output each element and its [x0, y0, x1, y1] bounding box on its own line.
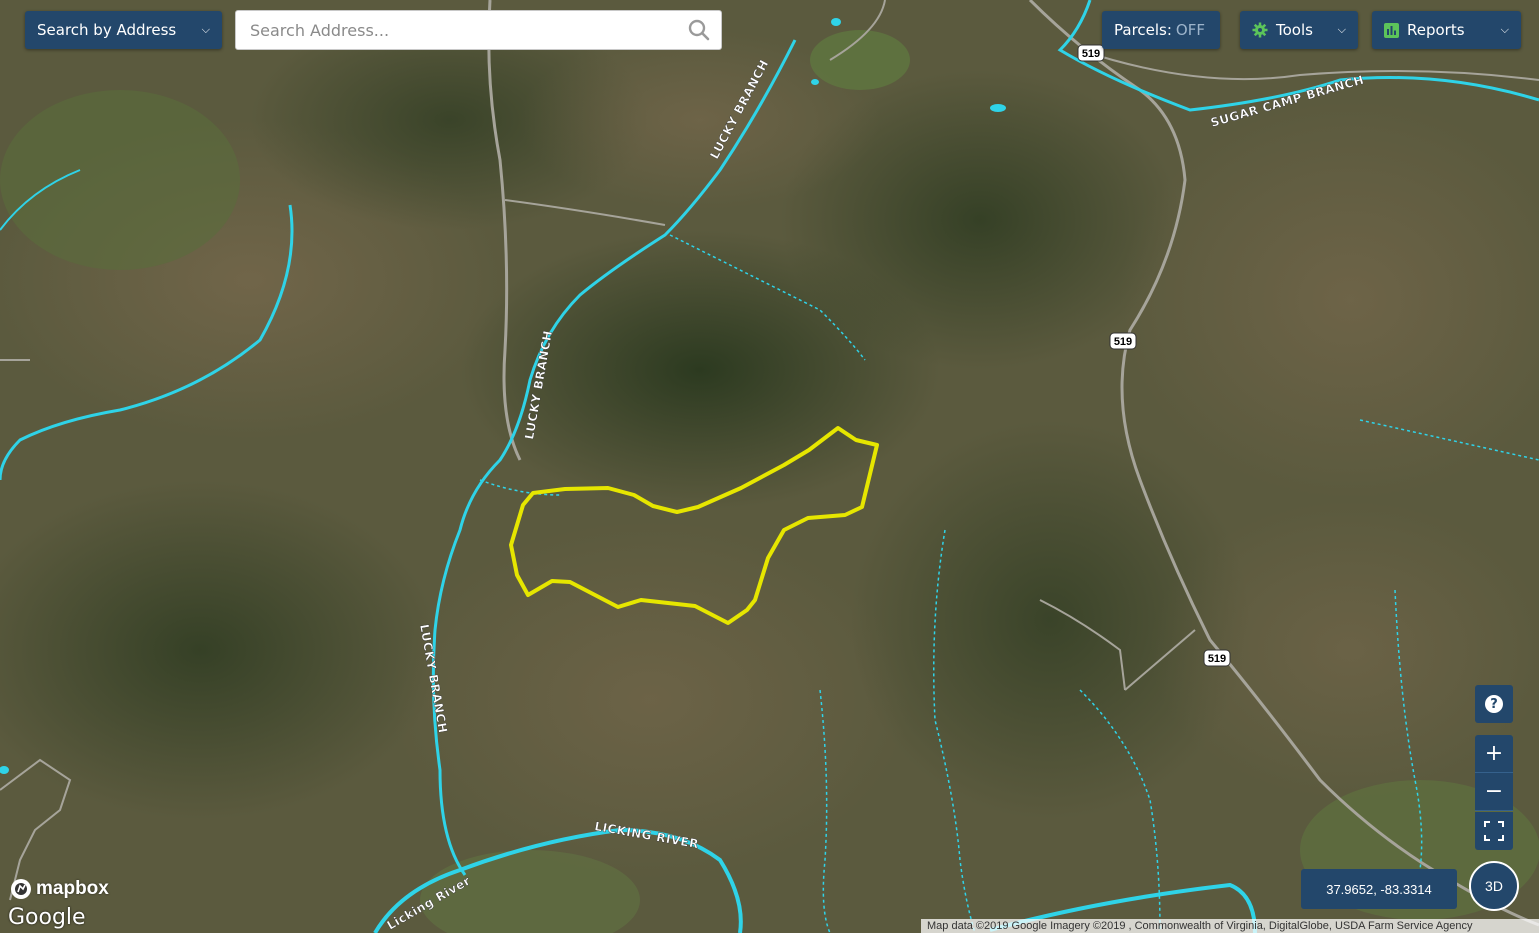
- three-d-label: 3D: [1485, 878, 1503, 894]
- route-shield: 519: [1077, 44, 1105, 62]
- search-mode-dropdown[interactable]: Search by Address ⌵: [25, 11, 222, 49]
- svg-text:519: 519: [1114, 336, 1132, 348]
- fullscreen-button[interactable]: [1475, 812, 1513, 850]
- coordinates-display: 37.9652, -83.3314: [1301, 869, 1457, 909]
- zoom-in-button[interactable]: +: [1475, 735, 1513, 773]
- chevron-down-icon: ⌵: [201, 23, 210, 36]
- parcels-label: Parcels:: [1114, 21, 1172, 39]
- svg-text:519: 519: [1208, 653, 1226, 665]
- chevron-down-icon: ⌵: [1500, 23, 1509, 36]
- route-shield: 519: [1109, 332, 1137, 350]
- google-logo: Google: [8, 905, 86, 930]
- minus-icon: −: [1484, 779, 1504, 804]
- mapbox-logo[interactable]: mapbox: [10, 878, 109, 900]
- satellite-map[interactable]: LUCKY BRANCH LUCKY BRANCH LUCKY BRANCH S…: [0, 0, 1539, 933]
- parcels-state: OFF: [1175, 21, 1205, 39]
- parcels-toggle-button[interactable]: Parcels: OFF: [1102, 11, 1220, 49]
- bar-chart-icon: [1384, 22, 1399, 38]
- reports-dropdown[interactable]: Reports ⌵: [1372, 11, 1521, 49]
- gear-icon: [1252, 22, 1268, 38]
- fullscreen-icon: [1484, 821, 1504, 841]
- plus-icon: +: [1484, 741, 1504, 766]
- svg-text:519: 519: [1082, 48, 1100, 60]
- help-button[interactable]: ?: [1475, 685, 1513, 723]
- tools-dropdown[interactable]: Tools ⌵: [1240, 11, 1358, 49]
- mapbox-wordmark: mapbox: [36, 878, 109, 899]
- route-shield: 519: [1203, 649, 1231, 667]
- mapbox-icon: [11, 879, 31, 899]
- chevron-down-icon: ⌵: [1337, 23, 1346, 36]
- reports-label: Reports: [1407, 21, 1465, 39]
- search-mode-label: Search by Address: [37, 21, 177, 39]
- three-d-toggle-button[interactable]: 3D: [1469, 861, 1519, 911]
- map-attribution[interactable]: Map data ©2019 Google Imagery ©2019 , Co…: [921, 919, 1539, 933]
- search-box[interactable]: [235, 10, 722, 50]
- coordinates-text: 37.9652, -83.3314: [1326, 881, 1432, 897]
- help-icon: ?: [1485, 695, 1503, 713]
- zoom-out-button[interactable]: −: [1475, 773, 1513, 811]
- search-icon[interactable]: [687, 18, 711, 42]
- tools-label: Tools: [1276, 21, 1313, 39]
- search-input[interactable]: [236, 11, 687, 49]
